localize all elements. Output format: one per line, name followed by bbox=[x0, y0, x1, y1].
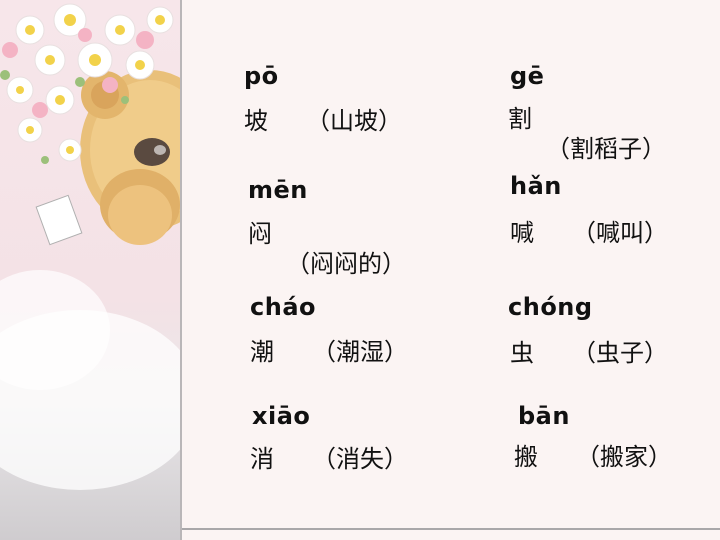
word-ge: 割 （割稻子） bbox=[508, 104, 666, 164]
pinyin-xiao: xiāo bbox=[252, 402, 311, 430]
bear-flowers-illustration bbox=[0, 3, 180, 490]
char-chao: 潮 bbox=[250, 338, 274, 366]
example-chao: （潮湿） bbox=[312, 338, 408, 366]
word-po: 坡 （山坡） bbox=[244, 106, 402, 136]
char-chong: 虫 bbox=[510, 339, 534, 367]
char-ban: 搬 bbox=[514, 443, 538, 471]
pinyin-ban: bān bbox=[518, 402, 570, 430]
example-po: （山坡） bbox=[306, 107, 402, 135]
char-han: 喊 bbox=[510, 219, 534, 247]
char-po: 坡 bbox=[244, 107, 268, 135]
word-chong: 虫 （虫子） bbox=[510, 338, 668, 368]
example-xiao: （消失） bbox=[312, 445, 408, 473]
example-men: （闷闷的） bbox=[286, 250, 406, 278]
pinyin-han: hǎn bbox=[510, 172, 562, 200]
example-chong: （虫子） bbox=[572, 339, 668, 367]
bottom-divider bbox=[182, 528, 720, 530]
pinyin-po: pō bbox=[244, 62, 279, 90]
char-ge: 割 bbox=[508, 105, 532, 133]
example-ban: （搬家） bbox=[576, 443, 672, 471]
pinyin-men: mēn bbox=[248, 176, 308, 204]
pinyin-ge: gē bbox=[510, 62, 545, 90]
vertical-divider bbox=[180, 0, 182, 540]
word-xiao: 消 （消失） bbox=[250, 444, 408, 474]
word-chao: 潮 （潮湿） bbox=[250, 337, 408, 367]
char-men: 闷 bbox=[248, 220, 272, 248]
example-ge: （割稻子） bbox=[546, 135, 666, 163]
pinyin-chong: chóng bbox=[508, 293, 593, 321]
pinyin-chao: cháo bbox=[250, 293, 316, 321]
char-xiao: 消 bbox=[250, 445, 274, 473]
example-han: （喊叫） bbox=[572, 219, 668, 247]
word-ban: 搬 （搬家） bbox=[514, 442, 672, 472]
word-han: 喊 （喊叫） bbox=[510, 218, 668, 248]
decorative-illustration bbox=[0, 0, 180, 540]
word-men: 闷 （闷闷的） bbox=[248, 219, 406, 279]
